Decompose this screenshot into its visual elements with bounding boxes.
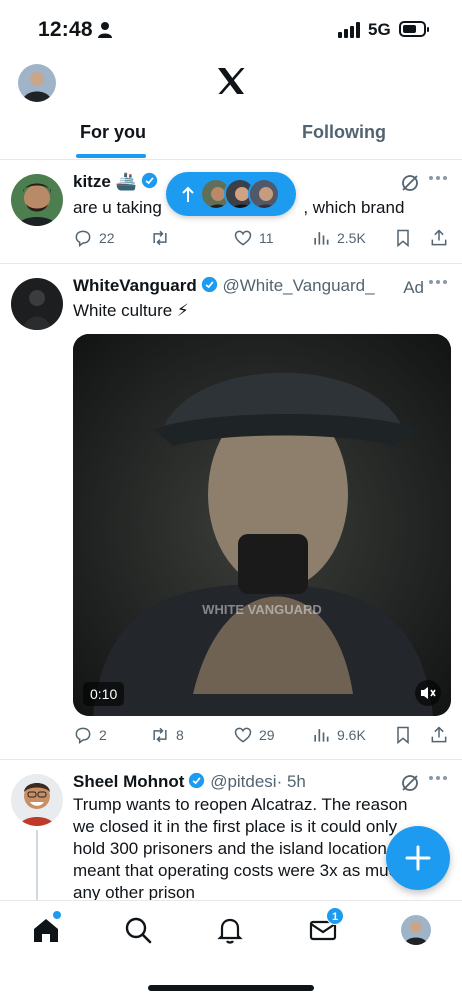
like-button[interactable]: 29	[233, 723, 275, 747]
post-whitevanguard[interactable]: WhiteVanguard @White_Vanguard_ Ad White …	[0, 264, 462, 760]
post-text-start: are u taking	[73, 198, 162, 217]
new-posts-button[interactable]	[166, 172, 296, 216]
bottom-nav: 1	[0, 900, 462, 1000]
active-tab-indicator	[76, 154, 146, 158]
share-button[interactable]	[429, 723, 455, 747]
verified-badge-icon	[201, 276, 217, 293]
bell-icon	[217, 918, 243, 944]
search-icon	[125, 917, 152, 944]
grok-icon[interactable]	[400, 173, 420, 193]
post-actions: 2 8 29 9.6K	[73, 723, 451, 747]
views-button[interactable]: 2.5K	[311, 226, 366, 250]
status-bar: 12:48 5G	[0, 0, 462, 56]
more-options-icon[interactable]	[428, 175, 448, 181]
video-duration: 0:10	[83, 682, 125, 706]
post-sheel-mohnot[interactable]: Sheel Mohnot @pitdesi· 5h Trump wants to…	[0, 760, 462, 900]
bookmark-button[interactable]	[393, 723, 419, 747]
x-logo-icon[interactable]	[215, 65, 247, 97]
repost-button[interactable]: 8	[150, 723, 184, 747]
tab-for-you[interactable]: For you	[80, 122, 146, 143]
repost-button[interactable]	[150, 226, 176, 250]
view-count: 9.6K	[337, 727, 366, 743]
profile-avatar[interactable]	[18, 64, 56, 102]
repost-icon	[153, 727, 167, 743]
author-handle[interactable]: @White_Vanguard_	[222, 276, 374, 295]
author-name[interactable]: Sheel Mohnot	[73, 772, 184, 791]
author-name[interactable]: kitze	[73, 172, 111, 191]
post-header: kitze 🚢	[73, 172, 158, 192]
post-text-line: Trump wants to reopen Alcatraz. The reas…	[73, 795, 408, 814]
like-count: 29	[259, 727, 275, 743]
nav-notifications[interactable]	[215, 915, 245, 945]
verified-badge-icon	[189, 772, 205, 789]
reply-count: 2	[99, 727, 107, 743]
share-button[interactable]	[429, 226, 455, 250]
new-post-avatar	[248, 178, 280, 210]
nav-messages[interactable]: 1	[308, 907, 344, 945]
post-avatar[interactable]	[11, 174, 63, 226]
like-button[interactable]: 11	[233, 226, 274, 250]
home-notification-dot	[53, 911, 61, 919]
arrow-up-icon	[182, 186, 194, 202]
post-time: · 5h	[276, 772, 306, 791]
mute-button[interactable]	[415, 680, 441, 706]
repost-icon	[153, 230, 167, 246]
share-icon	[431, 229, 447, 246]
network-type: 5G	[368, 20, 391, 39]
post-avatar[interactable]	[11, 774, 63, 826]
post-text-end: , which brand	[303, 198, 405, 217]
like-count: 11	[259, 230, 274, 246]
author-handle[interactable]: @pitdesi	[210, 772, 276, 791]
views-button[interactable]: 9.6K	[311, 723, 366, 747]
video-frame: WHITE VANGUARD	[73, 334, 451, 716]
nav-search[interactable]	[123, 915, 153, 945]
nav-profile-avatar[interactable]	[401, 915, 431, 945]
post-text: White culture ⚡	[73, 301, 189, 320]
thread-line	[36, 830, 38, 900]
battery-icon	[399, 21, 429, 37]
reply-count: 22	[99, 230, 115, 246]
home-icon	[34, 919, 58, 942]
post-header: Sheel Mohnot @pitdesi· 5h	[73, 772, 306, 792]
nav-home[interactable]	[31, 911, 61, 945]
speaker-muted-icon	[421, 687, 436, 699]
plus-icon	[405, 845, 431, 871]
grok-icon[interactable]	[400, 773, 420, 793]
view-count: 2.5K	[337, 230, 366, 246]
home-indicator	[148, 985, 314, 991]
top-bar: For you Following	[0, 56, 462, 160]
messages-badge: 1	[326, 907, 344, 925]
repost-count: 8	[176, 727, 184, 743]
views-icon	[314, 729, 329, 742]
views-icon	[314, 232, 329, 245]
heart-icon	[234, 727, 252, 743]
share-icon	[431, 726, 447, 743]
status-time: 12:48	[38, 18, 93, 41]
reply-icon	[75, 727, 91, 744]
person-icon	[98, 22, 112, 38]
name-emoji: 🚢	[115, 172, 137, 191]
post-avatar[interactable]	[11, 278, 63, 330]
ad-label: Ad	[403, 278, 424, 297]
bookmark-button[interactable]	[393, 226, 419, 250]
tab-following[interactable]: Following	[302, 122, 386, 143]
verified-badge-icon	[141, 172, 157, 189]
reply-button[interactable]: 2	[73, 723, 107, 747]
post-text-line: any other prison	[73, 883, 195, 900]
bookmark-icon	[397, 229, 409, 248]
reply-icon	[75, 230, 91, 247]
post-header: WhiteVanguard @White_Vanguard_	[73, 276, 375, 296]
compose-post-button[interactable]	[386, 826, 450, 890]
post-actions: 22 11 2.5K	[73, 226, 451, 250]
signal-icon	[338, 22, 360, 38]
author-name[interactable]: WhiteVanguard	[73, 276, 197, 295]
heart-icon	[234, 230, 252, 246]
video-player[interactable]: WHITE VANGUARD 0:10	[73, 334, 451, 716]
more-options-icon[interactable]	[428, 775, 448, 781]
video-watermark: WHITE VANGUARD	[202, 602, 322, 617]
bookmark-icon	[397, 726, 409, 745]
more-options-icon[interactable]	[428, 279, 448, 285]
reply-button[interactable]: 22	[73, 226, 115, 250]
